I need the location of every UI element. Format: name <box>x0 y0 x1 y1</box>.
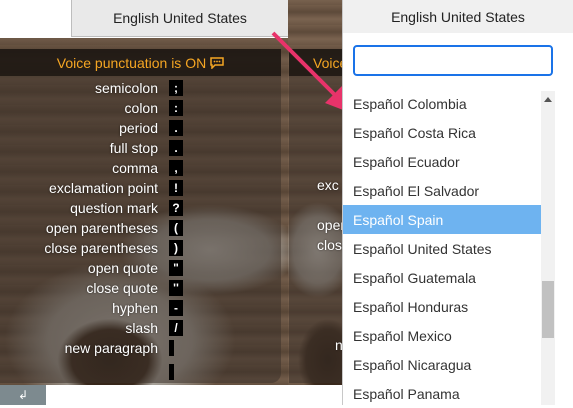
punctuation-key: . <box>169 120 183 136</box>
punctuation-row: question mark? <box>0 198 281 218</box>
punctuation-row: hyphen - <box>0 298 281 318</box>
punctuation-key: , <box>169 160 183 176</box>
punctuation-row: period. <box>0 118 281 138</box>
back-button[interactable]: ↲ <box>0 385 46 405</box>
language-option[interactable]: Español Guatemala <box>343 263 541 292</box>
language-option[interactable]: Español United States <box>343 234 541 263</box>
punctuation-key: ) <box>169 240 183 256</box>
punctuation-label: open parentheses <box>45 220 158 236</box>
punctuation-label: open quote <box>87 260 158 276</box>
punctuation-row: new paragraph <box>0 338 281 358</box>
language-option[interactable]: Español Panama <box>343 379 541 408</box>
punctuation-key: : <box>169 100 183 116</box>
punctuation-row: colon: <box>0 98 281 118</box>
bottom-strip <box>0 385 345 405</box>
voice-punctuation-panel: Voice punctuation is ON semicolon; colon:… <box>0 49 281 383</box>
punctuation-key: '' <box>169 280 183 296</box>
back-arrow-icon: ↲ <box>17 388 29 402</box>
cursor-key <box>169 364 174 380</box>
punctuation-key: . <box>169 140 183 156</box>
scroll-thumb[interactable] <box>542 281 554 338</box>
panel2-label: exc <box>317 177 339 193</box>
language-option[interactable]: Español Honduras <box>343 292 541 321</box>
language-list: Español Colombia Español Costa Rica Españo… <box>343 89 541 408</box>
chat-bubble-icon <box>210 56 224 69</box>
language-option[interactable]: Español Nicaragua <box>343 350 541 379</box>
punctuation-list: semicolon; colon: period. full stop. comma, e… <box>0 78 281 358</box>
punctuation-label: colon <box>124 100 158 116</box>
punctuation-row: close quote '' <box>0 278 281 298</box>
punctuation-label: question mark <box>70 200 158 216</box>
scroll-up-icon[interactable] <box>544 97 552 102</box>
punctuation-row: open quote " <box>0 258 281 278</box>
punctuation-label: comma <box>112 160 158 176</box>
language-option[interactable]: Español Colombia <box>343 89 541 118</box>
language-search-input[interactable] <box>353 45 553 76</box>
punctuation-label: close quote <box>86 280 158 296</box>
punctuation-label: period <box>119 120 158 136</box>
dropdown-header-label: English United States <box>391 8 525 25</box>
punctuation-label: semicolon <box>94 80 158 96</box>
punctuation-key <box>169 340 174 356</box>
punctuation-key: ; <box>169 80 183 96</box>
language-option[interactable]: Español Mexico <box>343 321 541 350</box>
language-select-button[interactable]: English United States <box>71 0 289 37</box>
voice-punctuation-panel-duplicate: Voice punctuation is ON exc open close n <box>289 49 350 383</box>
punctuation-key: / <box>169 320 183 336</box>
punctuation-row: close parentheses) <box>0 238 281 258</box>
punctuation-row: exclamation point! <box>0 178 281 198</box>
punctuation-row: comma, <box>0 158 281 178</box>
punctuation-key: ! <box>169 180 183 196</box>
punctuation-label: new paragraph <box>64 340 158 356</box>
language-select-label: English United States <box>113 10 247 26</box>
dropdown-header[interactable]: English United States <box>343 0 573 33</box>
punctuation-row: open parentheses ( <box>0 218 281 238</box>
language-option[interactable]: Español Spain <box>343 205 541 234</box>
punctuation-row: full stop. <box>0 138 281 158</box>
punctuation-key: " <box>169 260 183 276</box>
panel2-header: Voice punctuation is ON <box>289 49 349 76</box>
punctuation-label: exclamation point <box>49 180 158 196</box>
punctuation-row: slash / <box>0 318 281 338</box>
language-option[interactable]: Español Costa Rica <box>343 118 541 147</box>
language-option[interactable]: Español Ecuador <box>343 147 541 176</box>
punctuation-key: ? <box>169 200 183 216</box>
punctuation-row: semicolon; <box>0 78 281 98</box>
panel-header: Voice punctuation is ON <box>0 49 281 76</box>
punctuation-key: ( <box>169 220 183 236</box>
panel-header-text: Voice punctuation is ON <box>56 54 207 71</box>
scrollbar[interactable] <box>541 91 555 405</box>
punctuation-key: - <box>169 300 183 316</box>
punctuation-label: full stop <box>109 140 158 156</box>
language-option[interactable]: Español El Salvador <box>343 176 541 205</box>
punctuation-label: slash <box>125 320 158 336</box>
punctuation-label: close parentheses <box>44 240 158 256</box>
language-dropdown: English United States Español Colombia Es… <box>342 0 573 405</box>
punctuation-label: hyphen <box>112 300 158 316</box>
